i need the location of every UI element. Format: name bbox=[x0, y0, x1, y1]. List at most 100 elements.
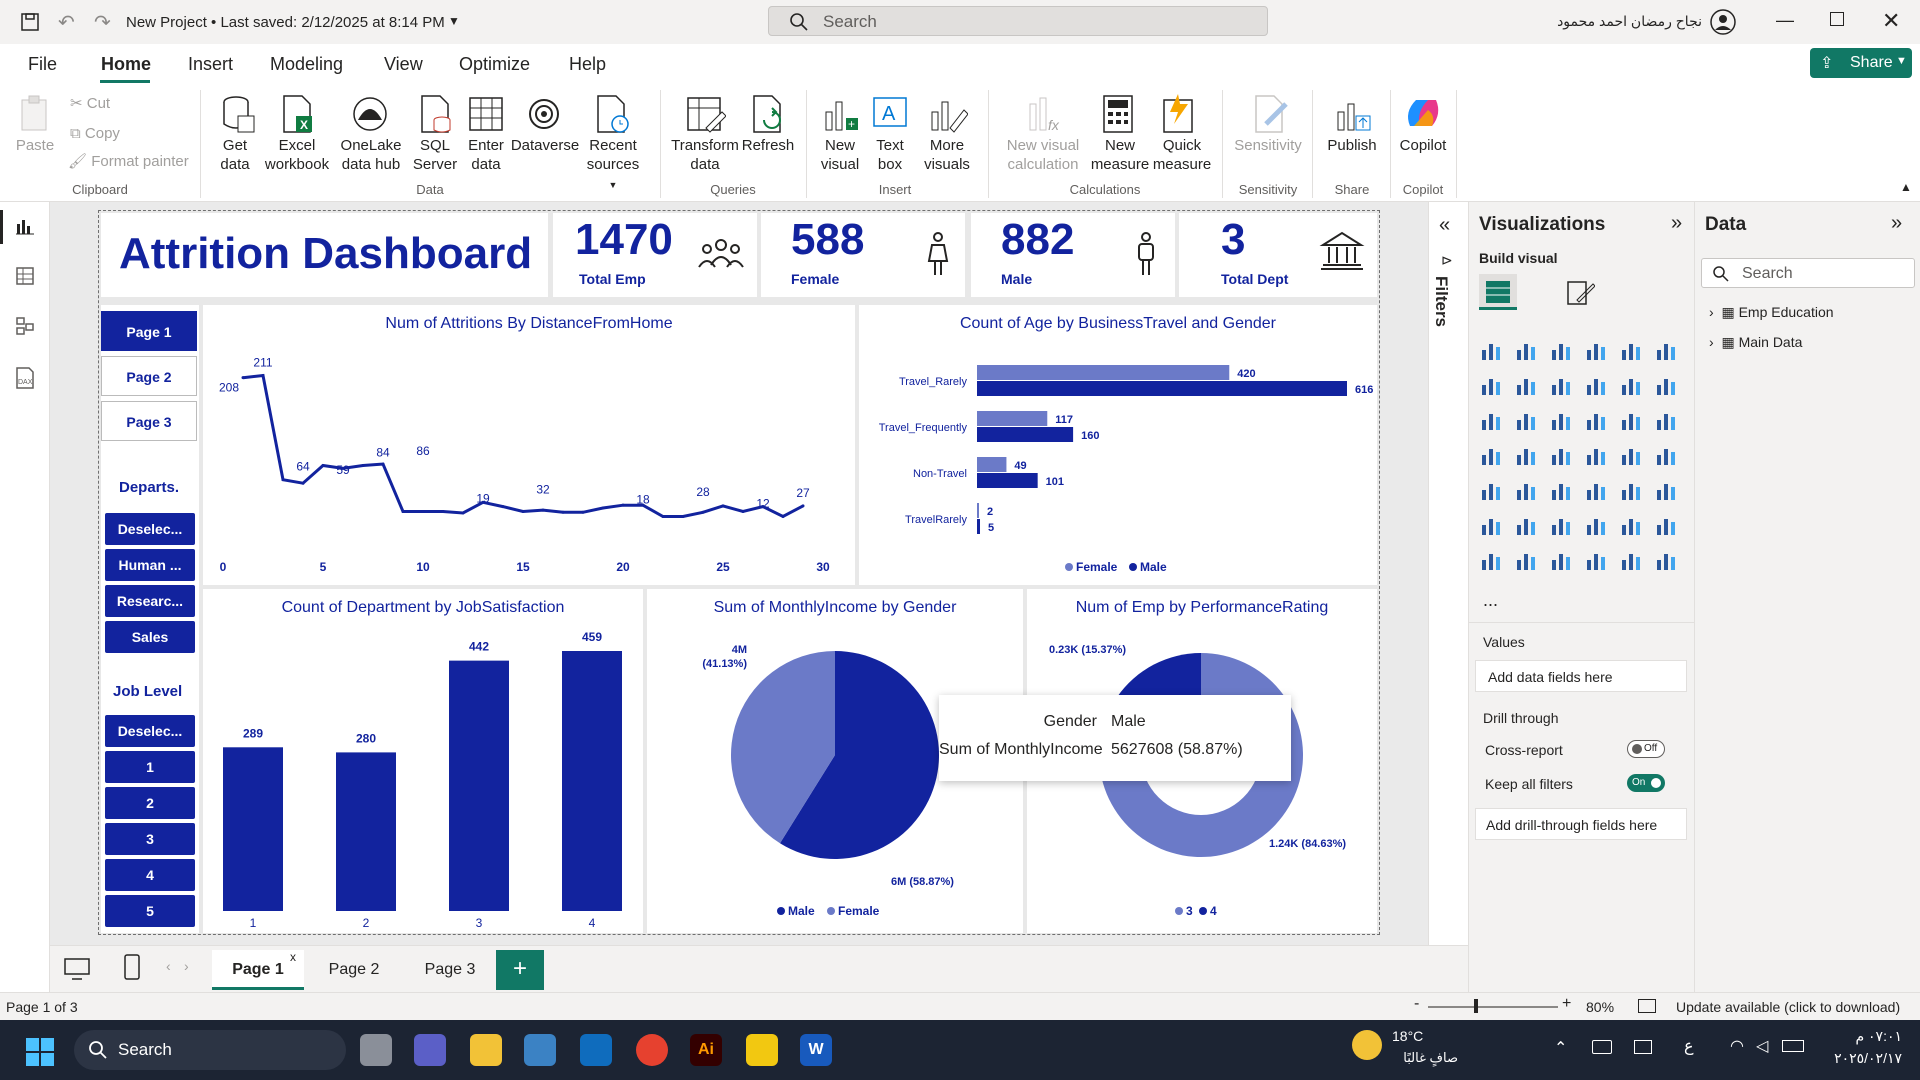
illustrator-icon[interactable]: Ai bbox=[690, 1034, 722, 1066]
line-point[interactable] bbox=[621, 503, 625, 507]
key-influencers-visual-icon[interactable] bbox=[1514, 513, 1538, 537]
joblevel-4[interactable]: 4 bbox=[105, 859, 195, 891]
line-point[interactable] bbox=[541, 508, 545, 512]
cut-button[interactable]: ✂ Cut bbox=[70, 94, 110, 113]
ribbon-visual-icon[interactable] bbox=[1479, 408, 1503, 432]
file-explorer-icon[interactable] bbox=[470, 1034, 502, 1066]
copilot-button[interactable]: Copilot bbox=[1396, 136, 1450, 155]
azure-map-visual-icon[interactable] bbox=[1584, 443, 1608, 467]
data-search-input[interactable]: Search bbox=[1701, 258, 1915, 288]
hbar-chart-card[interactable]: Count of Age by BusinessTravel and Gende… bbox=[859, 305, 1377, 585]
table-item-main-data[interactable]: › ▦ Main Data bbox=[1709, 334, 1802, 351]
update-notice[interactable]: Update available (click to download) bbox=[1676, 999, 1900, 1015]
teams-icon[interactable] bbox=[414, 1034, 446, 1066]
line-point[interactable] bbox=[581, 510, 585, 514]
nav-page-1[interactable]: Page 1 bbox=[101, 311, 197, 351]
values-well[interactable]: Add data fields here bbox=[1475, 660, 1687, 692]
refresh-button[interactable]: Refresh bbox=[740, 136, 796, 155]
sensitivity-button[interactable]: Sensitivity bbox=[1230, 136, 1306, 155]
share-button[interactable]: ⇪ Share ▼ bbox=[1810, 48, 1912, 78]
expand-chevron-icon[interactable]: » bbox=[1671, 212, 1682, 235]
column-bar[interactable] bbox=[449, 660, 509, 911]
close-icon[interactable]: ✕ bbox=[1882, 8, 1900, 34]
qa-visual-icon[interactable] bbox=[1584, 513, 1608, 537]
legend-label[interactable]: 4 bbox=[1210, 904, 1217, 918]
card-visual-icon[interactable] bbox=[1654, 443, 1678, 467]
chevron-up-icon[interactable]: ⌃ bbox=[1554, 1038, 1567, 1058]
model-view-icon[interactable] bbox=[15, 316, 35, 336]
map-visual-icon[interactable] bbox=[1514, 443, 1538, 467]
expand-chevron-icon[interactable]: » bbox=[1891, 212, 1902, 235]
more-visuals-icon[interactable]: ... bbox=[1483, 590, 1498, 611]
menu-view[interactable]: View bbox=[384, 54, 423, 75]
menu-help[interactable]: Help bbox=[569, 54, 606, 75]
menu-optimize[interactable]: Optimize bbox=[459, 54, 530, 75]
line-point[interactable] bbox=[561, 510, 565, 514]
python-visual-visual-icon[interactable] bbox=[1479, 513, 1503, 537]
dax-query-view-icon[interactable]: DAX bbox=[13, 366, 37, 390]
search-box[interactable]: Search bbox=[768, 6, 1268, 36]
drill-through-well[interactable]: Add drill-through fields here bbox=[1475, 808, 1687, 840]
tab-page-3[interactable]: Page 3 bbox=[404, 950, 496, 990]
line-chart-card[interactable]: Num of Attritions By DistanceFromHome 20… bbox=[203, 305, 855, 585]
zoom-slider-thumb[interactable] bbox=[1474, 999, 1478, 1013]
stacked-bar-visual-icon[interactable] bbox=[1479, 338, 1503, 362]
joblevel-2[interactable]: 2 bbox=[105, 787, 195, 819]
pie-visual-icon[interactable] bbox=[1619, 408, 1643, 432]
filled-map-visual-icon[interactable] bbox=[1549, 443, 1573, 467]
line-visual-icon[interactable] bbox=[1479, 373, 1503, 397]
clock-time[interactable]: ٠٧:٠١ م bbox=[1818, 1028, 1902, 1045]
decomposition-tree-visual-icon[interactable] bbox=[1549, 513, 1573, 537]
get-data-button[interactable]: Get data bbox=[210, 136, 260, 174]
clustered-bar-visual-icon[interactable] bbox=[1549, 338, 1573, 362]
more-visuals-button[interactable]: More visuals bbox=[916, 136, 978, 174]
treemap-visual-icon[interactable] bbox=[1479, 443, 1503, 467]
joblevel-5[interactable]: 5 bbox=[105, 895, 195, 927]
keep-filters-toggle[interactable]: On bbox=[1627, 774, 1665, 792]
funnel-visual-icon[interactable] bbox=[1549, 408, 1573, 432]
quick-measure-button[interactable]: Quick measure bbox=[1150, 136, 1214, 174]
excel-workbook-button[interactable]: Excel workbook bbox=[262, 136, 332, 174]
line-point[interactable] bbox=[321, 464, 325, 467]
stacked-area-visual-icon[interactable] bbox=[1549, 373, 1573, 397]
close-tab-icon[interactable]: x bbox=[290, 950, 296, 964]
r-visual-visual-icon[interactable] bbox=[1654, 478, 1678, 502]
100-area-visual-icon[interactable] bbox=[1584, 373, 1608, 397]
gauge-visual-icon[interactable] bbox=[1619, 443, 1643, 467]
language-indicator[interactable]: ع bbox=[1684, 1036, 1694, 1056]
redo-icon[interactable]: ↷ bbox=[94, 10, 111, 35]
power-automate-visual-icon[interactable] bbox=[1549, 548, 1573, 572]
100-column-visual-icon[interactable] bbox=[1654, 338, 1678, 362]
line-point[interactable] bbox=[281, 478, 285, 482]
new-measure-button[interactable]: New measure bbox=[1090, 136, 1150, 174]
line-point[interactable] bbox=[701, 510, 705, 514]
table-item-emp-education[interactable]: › ▦ Emp Education bbox=[1709, 304, 1834, 321]
scatter-visual-icon[interactable] bbox=[1584, 408, 1608, 432]
line-point[interactable] bbox=[501, 505, 505, 509]
line-point[interactable] bbox=[241, 376, 245, 380]
waterfall-visual-icon[interactable] bbox=[1514, 408, 1538, 432]
chrome-icon[interactable] bbox=[636, 1034, 668, 1066]
diamond-visual-icon[interactable] bbox=[1619, 548, 1643, 572]
battery-icon[interactable] bbox=[1782, 1040, 1804, 1052]
power-apps-visual-icon[interactable] bbox=[1514, 548, 1538, 572]
area-visual-icon[interactable] bbox=[1514, 373, 1538, 397]
line-point[interactable] bbox=[441, 510, 445, 514]
goals-visual-icon[interactable] bbox=[1654, 513, 1678, 537]
matrix-visual-icon[interactable] bbox=[1619, 478, 1643, 502]
keyboard-icon[interactable] bbox=[1592, 1040, 1612, 1054]
filters-pane[interactable]: « ⊳ Filters bbox=[1428, 202, 1468, 947]
format-visual-icon[interactable] bbox=[1565, 278, 1595, 308]
kpi-visual-icon[interactable] bbox=[1514, 478, 1538, 502]
slicer-visual-icon[interactable] bbox=[1549, 478, 1573, 502]
chevron-down-icon[interactable]: ▼ bbox=[448, 14, 460, 28]
line-point[interactable] bbox=[741, 510, 745, 514]
menu-modeling[interactable]: Modeling bbox=[270, 54, 343, 75]
clock-date[interactable]: ٢٠٢٥/٠٢/١٧ bbox=[1818, 1050, 1902, 1067]
chevron-up-icon[interactable]: ▲ bbox=[1900, 180, 1912, 194]
collapse-chevron-icon[interactable]: « bbox=[1439, 214, 1450, 237]
dept-human[interactable]: Human ... bbox=[105, 549, 195, 581]
line-point[interactable] bbox=[461, 511, 465, 515]
cross-report-toggle[interactable]: Off bbox=[1627, 740, 1665, 758]
line-point[interactable] bbox=[381, 462, 385, 466]
